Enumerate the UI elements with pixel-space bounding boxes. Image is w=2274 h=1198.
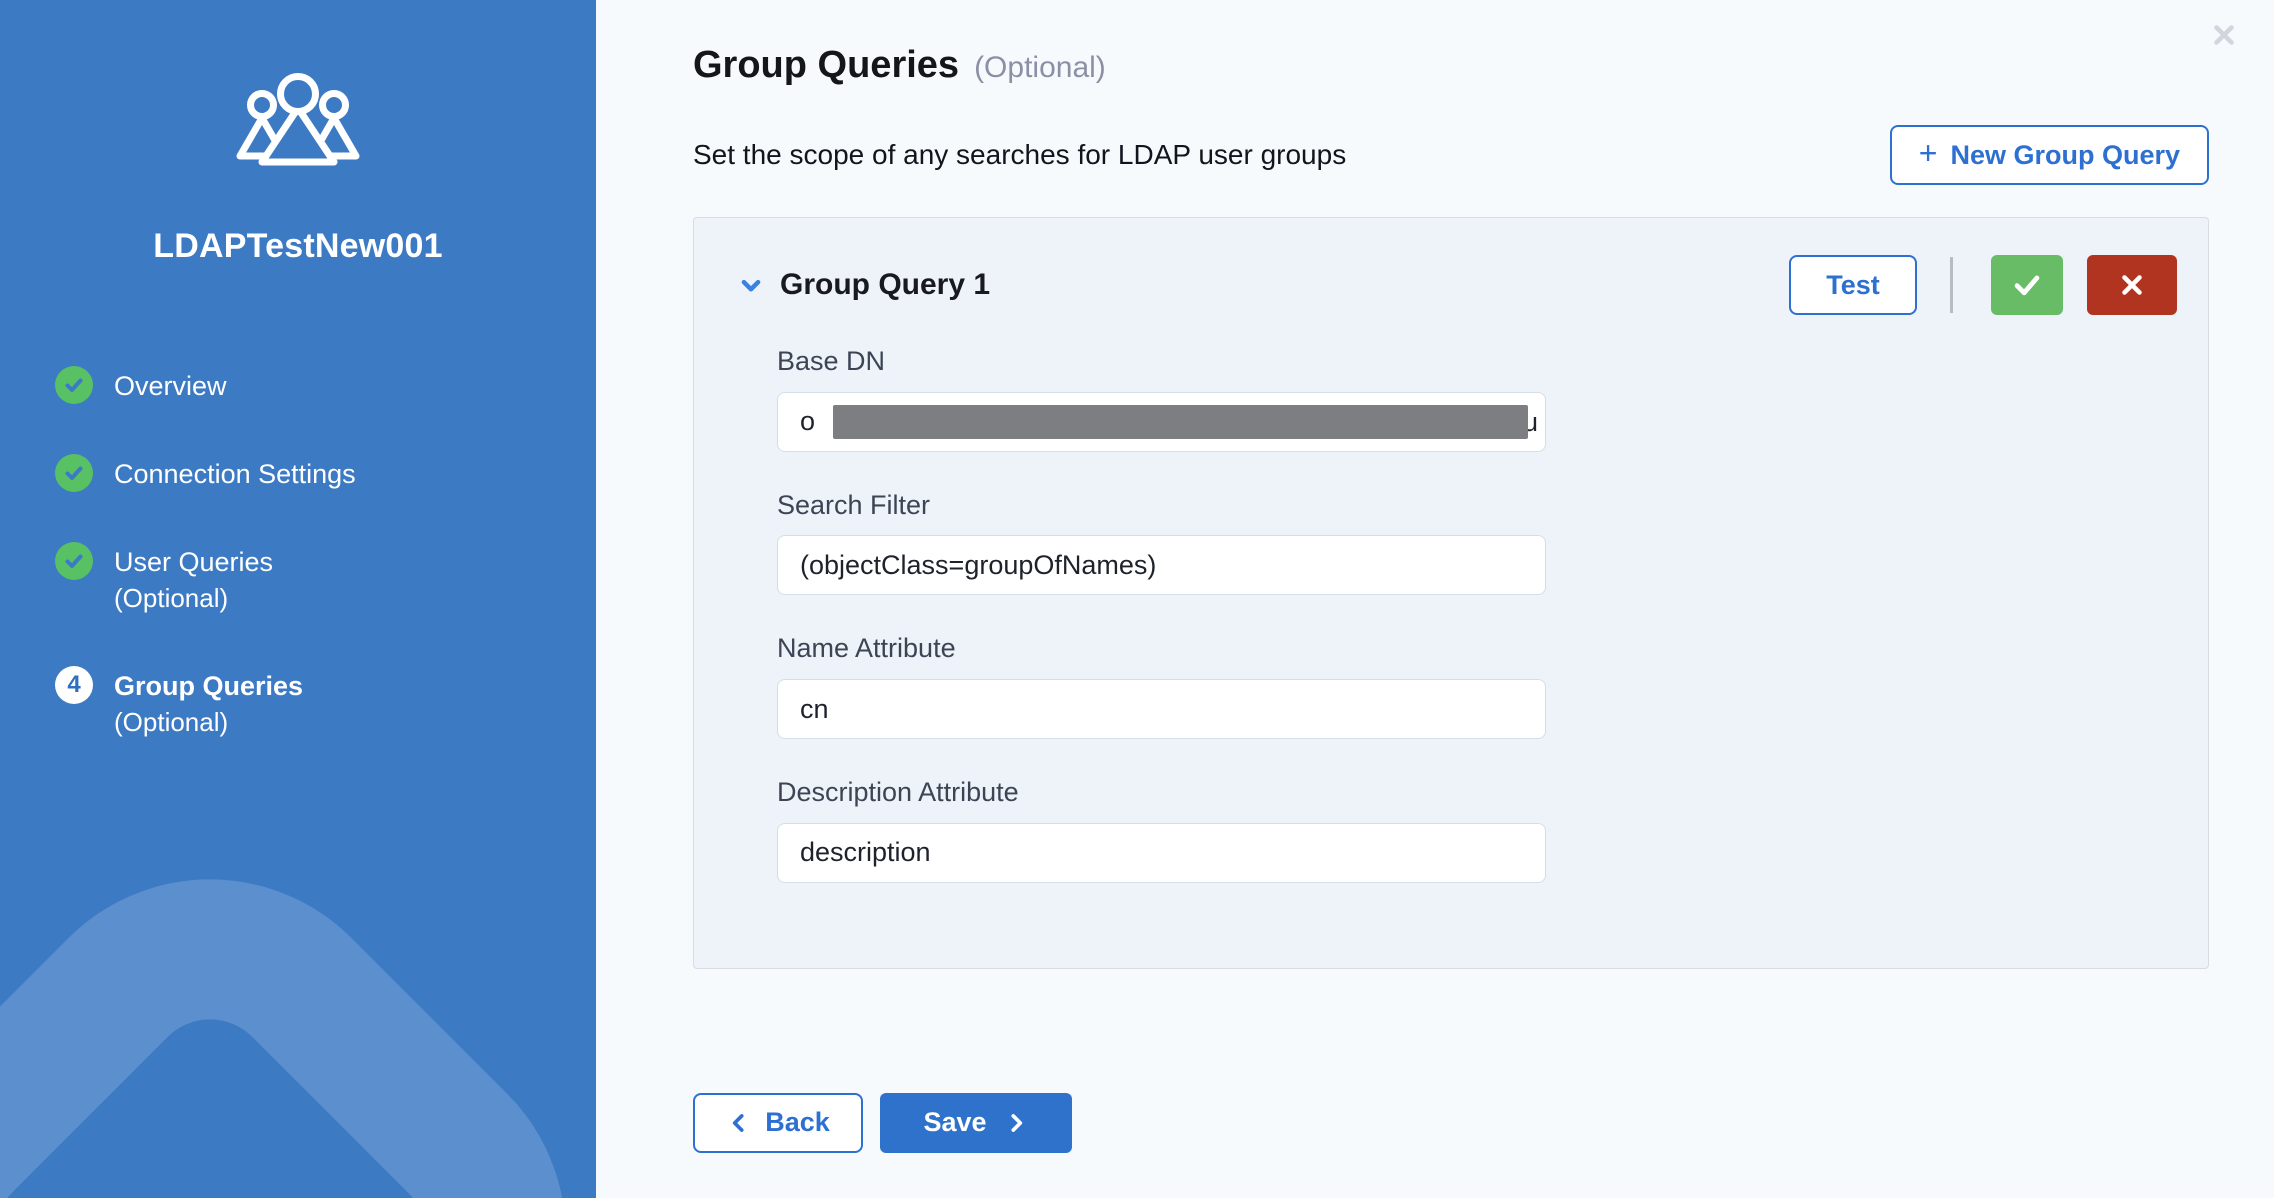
delete-button[interactable] (2087, 255, 2177, 315)
page-title-optional: (Optional) (974, 51, 1106, 85)
step-complete-check-icon (55, 542, 93, 580)
chevron-left-icon (726, 1110, 752, 1136)
step-number-badge: 4 (55, 666, 93, 704)
description-attribute-input[interactable] (777, 823, 1546, 883)
connection-name: LDAPTestNew001 (0, 227, 596, 266)
save-button[interactable]: Save (880, 1093, 1072, 1153)
step-label: Connection Settings (114, 456, 356, 492)
field-description-attribute: Description Attribute (777, 778, 2177, 883)
sidebar-item-user-queries[interactable]: User Queries (Optional) (55, 542, 596, 616)
group-query-panel: Group Query 1 Test Base DN u (693, 217, 2209, 969)
step-label: User Queries (114, 544, 273, 580)
description-attribute-label: Description Attribute (777, 778, 2177, 808)
search-filter-input[interactable] (777, 535, 1546, 595)
close-icon[interactable] (2209, 20, 2239, 50)
new-group-query-label: New Group Query (1950, 140, 2180, 171)
name-attribute-label: Name Attribute (777, 634, 2177, 664)
field-name-attribute: Name Attribute (777, 634, 2177, 739)
search-filter-label: Search Filter (777, 491, 2177, 521)
ldap-wizard-dialog: LDAPTestNew001 Overview Connection S (0, 0, 2274, 1198)
group-query-title: Group Query 1 (780, 268, 990, 302)
redaction-bar (833, 405, 1528, 439)
confirm-button[interactable] (1991, 255, 2063, 315)
page-subtitle: Set the scope of any searches for LDAP u… (693, 139, 1346, 171)
wizard-steps: Overview Connection Settings (0, 366, 596, 740)
header-divider (1950, 257, 1953, 313)
step-complete-check-icon (55, 366, 93, 404)
step-sublabel: (Optional) (114, 704, 303, 740)
field-base-dn: Base DN u (777, 347, 2177, 452)
save-label: Save (923, 1107, 986, 1138)
back-label: Back (765, 1107, 830, 1138)
test-button[interactable]: Test (1789, 255, 1917, 315)
step-label: Group Queries (114, 668, 303, 704)
name-attribute-input[interactable] (777, 679, 1546, 739)
sidebar-item-group-queries[interactable]: 4 Group Queries (Optional) (55, 666, 596, 740)
check-icon (2010, 268, 2044, 302)
base-dn-label: Base DN (777, 347, 2177, 377)
chevron-down-icon[interactable] (734, 268, 768, 302)
wizard-sidebar: LDAPTestNew001 Overview Connection S (0, 0, 596, 1198)
user-group-icon (236, 70, 360, 179)
chevron-right-icon (1003, 1110, 1029, 1136)
step-complete-check-icon (55, 454, 93, 492)
page-title: Group Queries (693, 44, 959, 87)
sidebar-item-connection-settings[interactable]: Connection Settings (55, 454, 596, 492)
step-label: Overview (114, 368, 227, 404)
step-sublabel: (Optional) (114, 580, 273, 616)
new-group-query-button[interactable]: + New Group Query (1890, 125, 2209, 185)
field-search-filter: Search Filter (777, 491, 2177, 596)
plus-icon: + (1919, 135, 1938, 172)
x-icon (2117, 270, 2147, 300)
main-content: Group Queries (Optional) Set the scope o… (596, 0, 2274, 1198)
sidebar-item-overview[interactable]: Overview (55, 366, 596, 404)
back-button[interactable]: Back (693, 1093, 863, 1153)
